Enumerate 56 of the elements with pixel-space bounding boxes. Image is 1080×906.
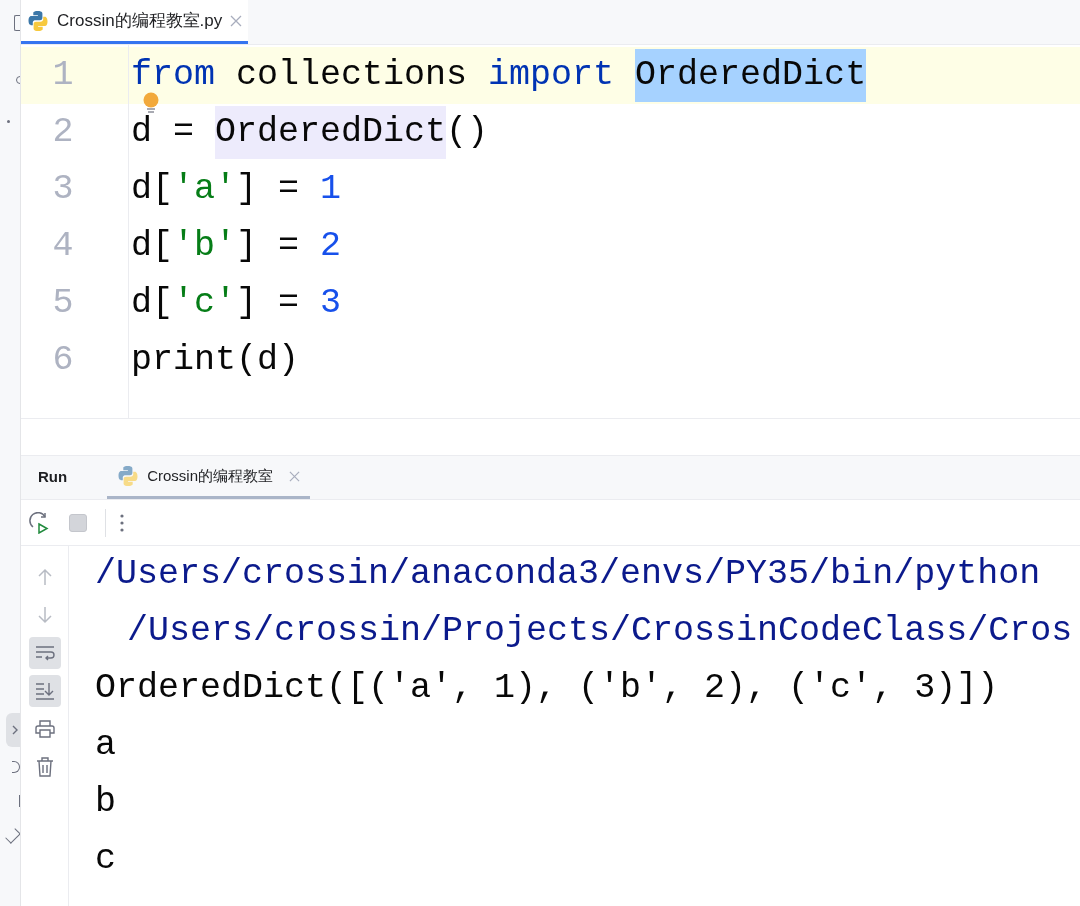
console-line: b <box>95 781 117 824</box>
tab-label: Crossin的编程教室 <box>147 465 274 486</box>
more-icon[interactable] <box>120 513 124 532</box>
tool-toggle[interactable] <box>28 637 61 669</box>
panel-icon[interactable] <box>14 15 20 31</box>
code-token: OrderedDict <box>635 49 867 102</box>
dots-icon[interactable] <box>7 120 10 123</box>
code-token: 'b' <box>173 225 237 269</box>
line-number: 4 <box>51 225 75 269</box>
code-token: () <box>446 111 489 155</box>
tab-label: Crossin的编程教室.py <box>57 9 223 32</box>
code-token: = <box>172 111 196 155</box>
code-token: 1 <box>320 168 342 212</box>
console-line: a <box>95 724 117 767</box>
line-number: 3 <box>51 168 75 212</box>
rerun-icon[interactable] <box>29 511 51 534</box>
python-icon <box>117 465 140 487</box>
line-number: 2 <box>51 111 75 155</box>
soft-wrap-icon[interactable] <box>34 645 55 661</box>
code-token: ] = <box>236 168 301 212</box>
code-token: ] = <box>236 282 301 326</box>
console-line: /Users/crossin/Projects/CrossinCodeClass/Cros <box>126 610 1074 653</box>
line-number: 5 <box>51 282 75 326</box>
code-token: from <box>131 54 215 98</box>
close-icon[interactable] <box>289 470 301 482</box>
code-token: 3 <box>320 282 342 326</box>
code-token: 'a' <box>173 168 237 212</box>
code-token: d[ <box>131 225 173 269</box>
python-icon <box>27 9 49 32</box>
code-token: print(d) <box>131 339 300 383</box>
console-line: OrderedDict([('a', 1), ('b', 2), ('c', 3)]) <box>95 667 1000 710</box>
trash-icon[interactable] <box>35 757 54 777</box>
code-token: 'c' <box>173 282 237 326</box>
code-token: d <box>131 111 152 155</box>
code-token: import <box>488 54 616 98</box>
panel-title: Run <box>38 467 68 488</box>
code-token: 2 <box>320 225 342 269</box>
console-line: c <box>95 838 117 881</box>
scroll-to-end-icon[interactable] <box>34 682 55 700</box>
code-token: collections <box>235 54 469 98</box>
printer-icon[interactable] <box>34 720 55 738</box>
chevron-icon <box>12 725 18 735</box>
run-tab[interactable]: Crossin的编程教室 <box>107 456 311 499</box>
code-token: OrderedDict <box>215 106 447 159</box>
code-token: d[ <box>131 168 173 212</box>
arrow-down-icon[interactable] <box>36 606 53 624</box>
line-number: 1 <box>51 54 75 98</box>
line-number: 6 <box>51 339 75 383</box>
editor-tab[interactable]: Crossin的编程教室.py <box>21 0 249 44</box>
tool-toggle[interactable] <box>28 675 61 707</box>
code-token: d[ <box>131 282 173 326</box>
arrow-up-icon[interactable] <box>36 568 53 586</box>
code-token: ] = <box>236 225 301 269</box>
run-tool-button[interactable] <box>6 713 20 747</box>
console-line: /Users/crossin/anaconda3/envs/PY35/bin/python <box>95 553 1042 596</box>
close-icon[interactable] <box>230 14 243 27</box>
